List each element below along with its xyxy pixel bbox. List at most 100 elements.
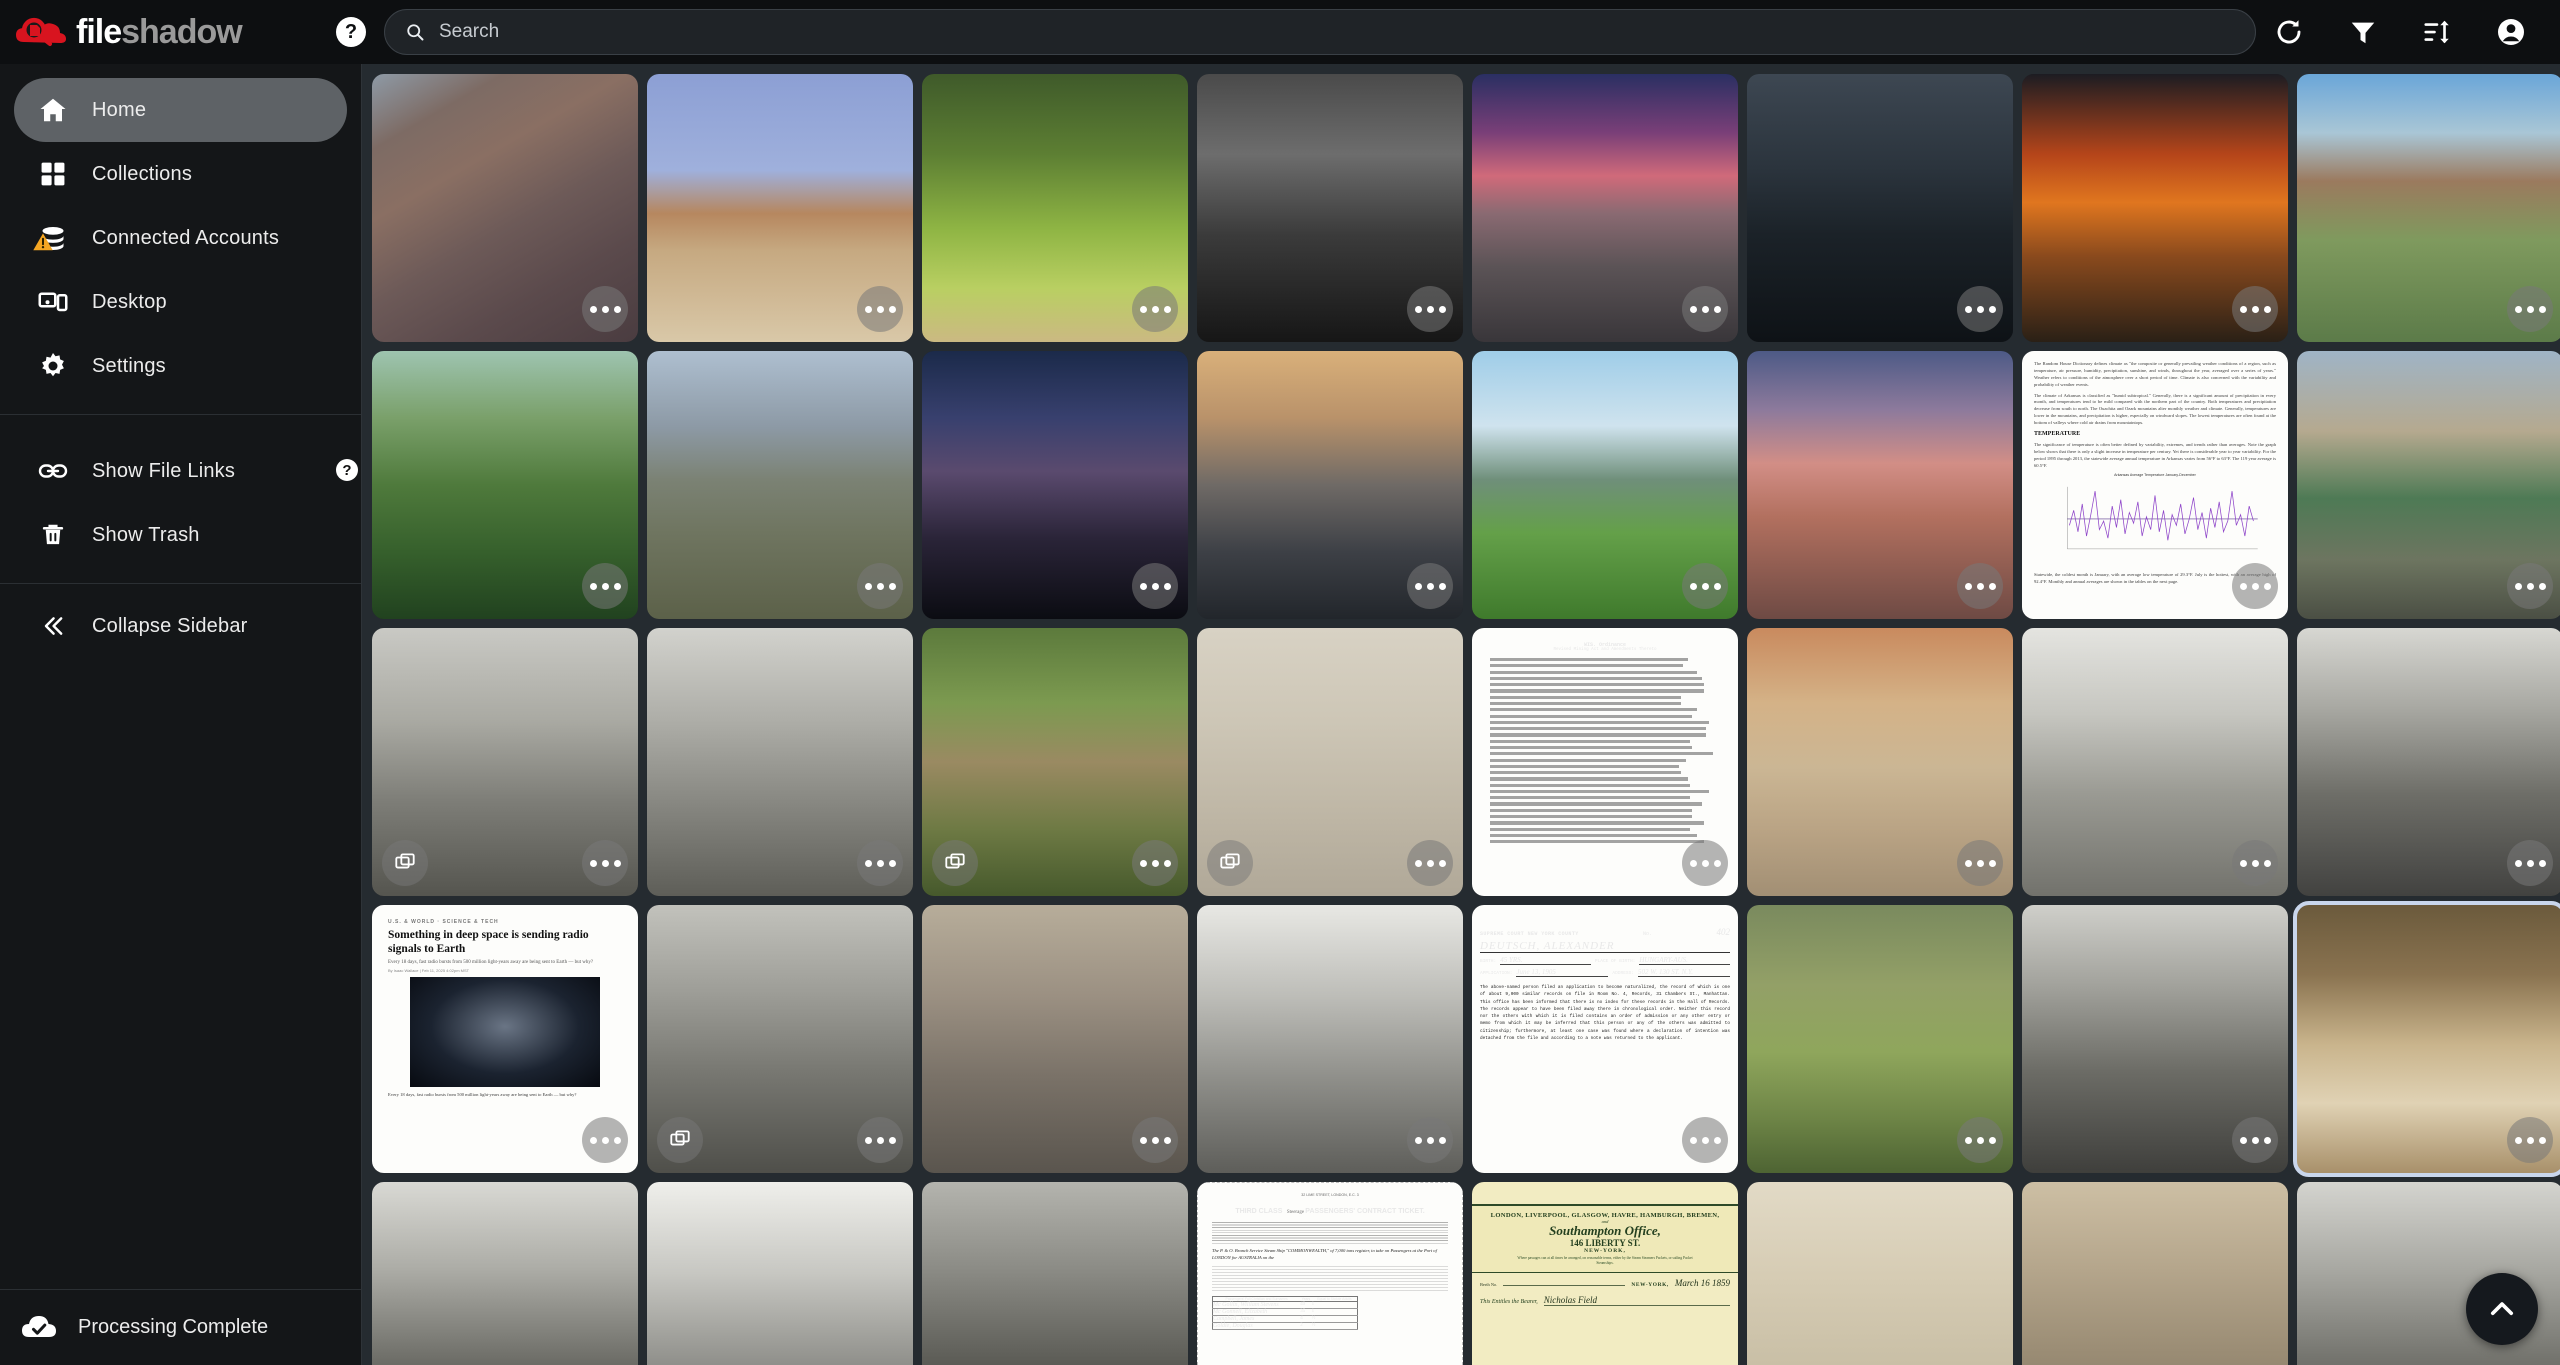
tile-more-options-button[interactable]	[2232, 286, 2278, 332]
copies-stack-icon[interactable]	[382, 840, 428, 886]
tile-more-options-button[interactable]	[1407, 286, 1453, 332]
tile-red-rock-canyon[interactable]	[2022, 74, 2288, 342]
tile-more-options-button[interactable]	[1682, 840, 1728, 886]
tile-more-options-button[interactable]	[2232, 840, 2278, 886]
app-logo[interactable]: fileshadow	[0, 0, 318, 64]
sidebar-item-desktop[interactable]: Desktop	[14, 270, 347, 334]
tile-more-options-button[interactable]	[2232, 563, 2278, 609]
tile-more-options-button[interactable]	[1682, 1117, 1728, 1163]
refresh-icon[interactable]	[2274, 17, 2304, 47]
tile-aged-paper[interactable]	[1197, 628, 1463, 896]
tile-mule-wagon[interactable]	[372, 628, 638, 896]
tile-more-options-button[interactable]	[1957, 1117, 2003, 1163]
tile-more-options-button[interactable]	[1407, 1117, 1453, 1163]
tile-more-options-button[interactable]	[1132, 563, 1178, 609]
tile-dune-sunset[interactable]	[1747, 351, 2013, 619]
funnel-icon[interactable]	[2348, 17, 2378, 47]
tile-desert-garden[interactable]	[647, 74, 913, 342]
tile-more-options-button[interactable]	[1132, 1117, 1178, 1163]
tile-agave-sedona[interactable]	[2297, 74, 2560, 342]
sidebar-item-home[interactable]: Home	[14, 78, 347, 142]
tile-more-options-button[interactable]	[2507, 840, 2553, 886]
tile-more-options-button[interactable]	[582, 840, 628, 886]
tile-cracked-desert-sunset[interactable]	[1472, 74, 1738, 342]
tile-naturalization-record[interactable]: SUPREME COURT NEW YORK COUNTY No. 402 DE…	[1472, 905, 1738, 1173]
tile-lightning-mountain[interactable]	[1197, 74, 1463, 342]
sidebar-item-collections[interactable]: Collections	[14, 142, 347, 206]
tile-milky-way[interactable]	[922, 351, 1188, 619]
tile-more-options-button[interactable]	[2507, 1117, 2553, 1163]
tile-aviator[interactable]	[922, 1182, 1188, 1365]
dot	[602, 1137, 609, 1144]
dot	[1977, 1137, 1984, 1144]
tile-more-options-button[interactable]	[1407, 563, 1453, 609]
tile-more-options-button[interactable]	[1132, 840, 1178, 886]
tile-more-options-button[interactable]	[1957, 286, 2003, 332]
tile-news-radio-signals[interactable]: U.S. & WORLD · SCIENCE & TECH Something …	[372, 905, 638, 1173]
tile-child-tricycle[interactable]	[2022, 905, 2288, 1173]
tile-climate-report[interactable]: The Random House Dictionary defines clim…	[2022, 351, 2288, 619]
tile-more-options-button[interactable]	[582, 563, 628, 609]
tile-miner-portrait[interactable]	[2297, 628, 2560, 896]
tile-more-options-button[interactable]	[857, 840, 903, 886]
tile-mother-baby[interactable]	[1197, 905, 1463, 1173]
tile-more-options-button[interactable]	[1132, 286, 1178, 332]
tile-more-options-button[interactable]	[1407, 840, 1453, 886]
row-help-icon[interactable]: ?	[336, 459, 358, 481]
tile-more-options-button[interactable]	[1957, 840, 2003, 886]
tile-typed-document[interactable]: WIS. Ordinance Revised Mining Act and Am…	[1472, 628, 1738, 896]
search-input[interactable]	[439, 21, 2235, 43]
tile-barrel-cactus[interactable]	[922, 74, 1188, 342]
tile-more-options-button[interactable]	[2507, 563, 2553, 609]
dot	[590, 306, 597, 313]
dot	[2539, 860, 2546, 867]
tile-covered-wagon[interactable]	[647, 628, 913, 896]
sort-icon[interactable]	[2422, 17, 2452, 47]
account-circle-icon[interactable]	[2496, 17, 2526, 47]
copies-stack-icon[interactable]	[657, 1117, 703, 1163]
tile-man-hat-portrait[interactable]	[372, 1182, 638, 1365]
tile-alpine-meadow[interactable]	[1472, 351, 1738, 619]
tile-more-options-button[interactable]	[857, 563, 903, 609]
tile-cracked-rock-mosaic[interactable]	[372, 74, 638, 342]
tile-more-options-button[interactable]	[1682, 563, 1728, 609]
tile-vestrahorn[interactable]	[1747, 74, 2013, 342]
search-bar[interactable]	[384, 9, 2256, 55]
tile-steamship-receipt[interactable]: LONDON, LIVERPOOL, GLASGOW, HAVRE, HAMBU…	[1472, 1182, 1738, 1365]
tile-more-options-button[interactable]	[2232, 1117, 2278, 1163]
help-icon[interactable]: ?	[336, 17, 366, 47]
sidebar-item-connected-accounts[interactable]: Connected Accounts	[14, 206, 347, 270]
tile-rice-terraces[interactable]	[372, 351, 638, 619]
tile-aged-ledger[interactable]	[1747, 1182, 2013, 1365]
sidebar-item-show-file-links[interactable]: Show File Links?	[14, 439, 347, 503]
tile-more-options-button[interactable]	[2507, 286, 2553, 332]
tile-more-options-button[interactable]	[1682, 286, 1728, 332]
tile-more-options-button[interactable]	[582, 1117, 628, 1163]
photo-grid[interactable]: The Random House Dictionary defines clim…	[362, 64, 2560, 1365]
tile-horses-pasture[interactable]	[1747, 905, 2013, 1173]
sidebar-item-collapse-sidebar[interactable]: Collapse Sidebar	[14, 594, 347, 658]
tile-girl-smiling[interactable]	[647, 1182, 913, 1365]
tile-woman-television[interactable]	[647, 905, 913, 1173]
dot	[1140, 1137, 1147, 1144]
tile-more-options-button[interactable]	[857, 1117, 903, 1163]
tile-horses-sandstone[interactable]	[1747, 628, 2013, 896]
tile-more-options-button[interactable]	[1957, 563, 2003, 609]
copies-stack-icon[interactable]	[932, 840, 978, 886]
scroll-to-top-button[interactable]	[2466, 1273, 2538, 1345]
dot	[590, 1137, 597, 1144]
tile-family-garden[interactable]	[2022, 628, 2288, 896]
tile-desert-mountains[interactable]	[647, 351, 913, 619]
tile-passenger-ticket[interactable]: 32 LIME STREET, LONDON, E.C. 3 THIRD CLA…	[1197, 1182, 1463, 1365]
tile-eiffel-tower[interactable]	[2022, 1182, 2288, 1365]
tile-dolomites-peaks[interactable]	[1197, 351, 1463, 619]
tile-two-women-hats[interactable]	[2297, 905, 2560, 1173]
tile-coyote[interactable]	[922, 628, 1188, 896]
tile-more-options-button[interactable]	[582, 286, 628, 332]
tile-more-options-button[interactable]	[857, 286, 903, 332]
sidebar-item-show-trash[interactable]: Show Trash	[14, 503, 347, 567]
sidebar-item-settings[interactable]: Settings	[14, 334, 347, 398]
tile-vintage-car-street[interactable]	[2297, 351, 2560, 619]
tile-two-children[interactable]	[922, 905, 1188, 1173]
copies-stack-icon[interactable]	[1207, 840, 1253, 886]
